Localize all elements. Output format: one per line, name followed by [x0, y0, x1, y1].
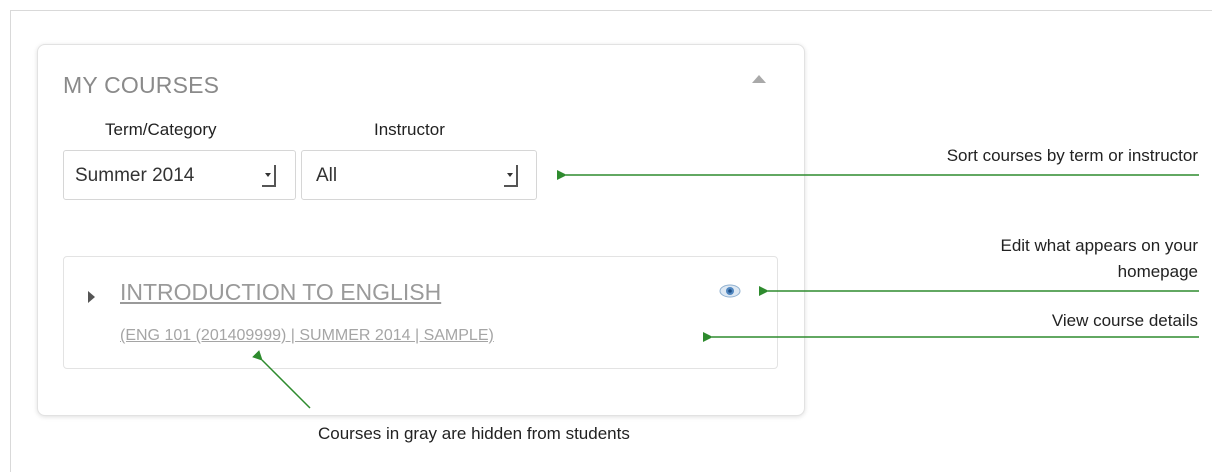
annotation-arrows — [252, 170, 1199, 409]
arrow-to-gray-course — [252, 350, 311, 409]
